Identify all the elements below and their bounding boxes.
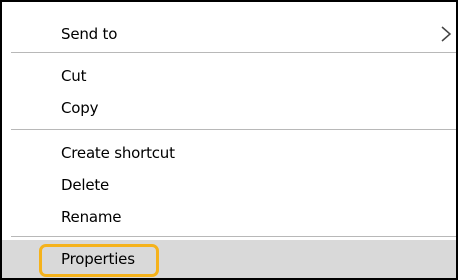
menu-item-cut[interactable]: Cut bbox=[2, 62, 456, 90]
menu-item-label: Properties bbox=[61, 250, 135, 268]
menu-item-delete[interactable]: Delete bbox=[2, 171, 456, 199]
menu-item-create-shortcut[interactable]: Create shortcut bbox=[2, 139, 456, 167]
menu-item-copy[interactable]: Copy bbox=[2, 94, 456, 122]
menu-item-properties[interactable]: Properties bbox=[2, 240, 456, 278]
menu-separator bbox=[11, 52, 456, 53]
chevron-right-icon bbox=[440, 25, 454, 43]
menu-item-rename[interactable]: Rename bbox=[2, 203, 456, 231]
menu-item-label: Create shortcut bbox=[61, 144, 175, 162]
menu-item-send-to[interactable]: Send to bbox=[2, 20, 456, 48]
context-menu: Send to Cut Copy Create shortcut Delete … bbox=[0, 0, 458, 280]
menu-item-label: Delete bbox=[61, 176, 110, 194]
menu-item-label: Rename bbox=[61, 208, 122, 226]
menu-item-label: Cut bbox=[61, 67, 87, 85]
menu-item-label: Copy bbox=[61, 99, 99, 117]
menu-separator bbox=[11, 129, 456, 130]
menu-item-label: Send to bbox=[61, 25, 118, 43]
menu-separator bbox=[11, 236, 456, 237]
